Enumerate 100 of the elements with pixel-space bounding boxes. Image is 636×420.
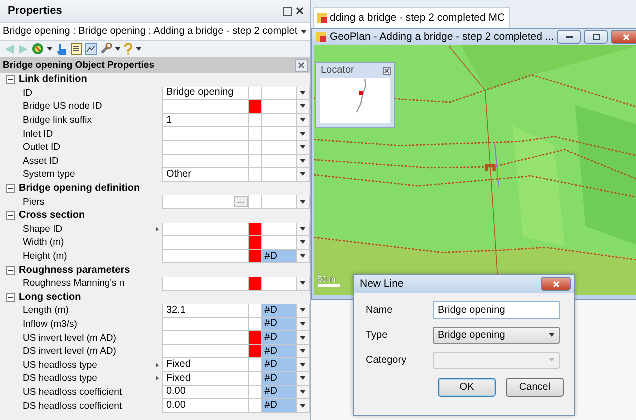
- property-value-field[interactable]: [162, 331, 250, 345]
- property-value-field[interactable]: [162, 276, 250, 290]
- scale-bar-icon: [318, 284, 340, 287]
- caret-icon: [549, 333, 555, 337]
- caret-icon: [300, 404, 306, 408]
- wrench-icon[interactable]: [100, 43, 112, 55]
- property-label: Roughness Manning's n: [22, 277, 126, 290]
- unit-cell[interactable]: #D: [262, 372, 296, 386]
- property-value-field[interactable]: Fixed: [162, 358, 250, 372]
- caret-icon: [300, 90, 306, 95]
- unit-text: #D: [264, 318, 278, 330]
- caret-icon: [300, 362, 306, 367]
- document-tab[interactable]: dding a bridge - step 2 completed MC: [313, 7, 510, 28]
- object-selector[interactable]: Bridge opening : Bridge opening : Adding a bridge - step 2 complet: [0, 23, 310, 41]
- unit-cell[interactable]: #D: [262, 386, 296, 400]
- collapse-icon[interactable]: [6, 266, 15, 275]
- dropdown-button[interactable]: [296, 399, 310, 413]
- dropdown-button[interactable]: [296, 127, 310, 141]
- hand-pointer-icon[interactable]: [56, 42, 68, 56]
- property-value-field[interactable]: [162, 250, 250, 264]
- property-value-field[interactable]: [162, 140, 250, 155]
- property-label: System type: [22, 168, 76, 182]
- property-value-field[interactable]: [162, 127, 250, 141]
- collapse-icon[interactable]: [6, 75, 15, 84]
- property-label: Height (m): [22, 250, 68, 264]
- dropdown-button[interactable]: [296, 195, 310, 209]
- property-value-field[interactable]: Fixed: [162, 372, 250, 386]
- dropdown-button[interactable]: [296, 331, 310, 345]
- unit-text: #D: [264, 400, 278, 412]
- dropdown-button[interactable]: [296, 276, 310, 290]
- section-header: Long section: [19, 292, 82, 303]
- unit-cell[interactable]: [262, 276, 296, 290]
- dialog-button[interactable]: OK: [438, 378, 496, 397]
- property-value-field[interactable]: [162, 318, 250, 332]
- property-label: Inflow (m3/s): [22, 318, 78, 332]
- property-value-field[interactable]: 0.00: [162, 399, 250, 413]
- chart-icon[interactable]: [85, 43, 97, 55]
- dropdown-button[interactable]: [296, 304, 310, 318]
- restore-icon[interactable]: [283, 6, 292, 16]
- collapse-icon[interactable]: [6, 211, 15, 220]
- unit-cell[interactable]: [262, 168, 296, 182]
- unit-cell[interactable]: [262, 114, 296, 128]
- unit-cell[interactable]: [262, 236, 296, 250]
- unit-cell[interactable]: [262, 140, 296, 155]
- property-value-field[interactable]: [162, 222, 250, 236]
- unit-cell[interactable]: [262, 154, 296, 168]
- minimize-button[interactable]: [557, 30, 582, 44]
- dropdown-button[interactable]: [296, 236, 310, 250]
- caret-icon: [300, 240, 306, 244]
- property-value-field[interactable]: ...: [162, 195, 250, 209]
- close-icon[interactable]: [296, 7, 304, 15]
- unit-cell[interactable]: #D: [262, 318, 296, 332]
- property-value-field[interactable]: Other: [162, 168, 250, 182]
- unit-cell[interactable]: #D: [262, 399, 296, 413]
- close-button[interactable]: [295, 58, 308, 72]
- window-icon: [315, 31, 327, 43]
- unit-cell[interactable]: [262, 127, 296, 141]
- dropdown-button[interactable]: [296, 86, 310, 100]
- maximize-button[interactable]: [584, 30, 608, 44]
- close-icon[interactable]: [383, 66, 391, 74]
- close-button[interactable]: [541, 277, 571, 291]
- collapse-icon[interactable]: [6, 292, 15, 302]
- close-button[interactable]: [611, 30, 636, 44]
- field-label: Type: [366, 330, 389, 340]
- property-value-field[interactable]: [162, 236, 250, 250]
- name-field[interactable]: Bridge opening: [433, 301, 560, 319]
- property-value-field[interactable]: [162, 154, 250, 168]
- select-field[interactable]: Bridge opening: [433, 326, 560, 344]
- property-value-field[interactable]: [162, 344, 250, 358]
- caret-icon: [300, 336, 306, 340]
- property-label: DS headloss type: [22, 372, 98, 386]
- unit-cell[interactable]: [262, 100, 296, 114]
- close-icon: [622, 34, 630, 40]
- unit-cell[interactable]: #D: [262, 344, 296, 358]
- ellipsis-button[interactable]: ...: [234, 196, 248, 208]
- unit-cell[interactable]: #D: [262, 304, 296, 318]
- dialog-button[interactable]: Cancel: [506, 378, 564, 397]
- dropdown-button[interactable]: [296, 100, 310, 114]
- caret-icon: [300, 145, 306, 150]
- property-value-field[interactable]: 0.00: [162, 386, 250, 400]
- unit-cell[interactable]: [262, 195, 296, 209]
- caret-icon: [115, 47, 121, 51]
- dropdown-button[interactable]: [296, 168, 310, 182]
- document-icon[interactable]: [71, 43, 82, 55]
- property-value-field[interactable]: [162, 100, 250, 114]
- property-value-field[interactable]: 1: [162, 114, 250, 128]
- dropdown-button[interactable]: [296, 372, 310, 386]
- compass-icon[interactable]: [32, 43, 44, 55]
- dropdown-button[interactable]: [296, 222, 310, 236]
- unit-cell[interactable]: [262, 86, 296, 100]
- dropdown-button[interactable]: [296, 358, 310, 372]
- caret-icon: [300, 349, 306, 354]
- unit-cell[interactable]: #D: [262, 331, 296, 345]
- collapse-icon[interactable]: [6, 184, 15, 194]
- unit-cell[interactable]: #D: [262, 250, 296, 264]
- unit-cell[interactable]: #D: [262, 358, 296, 372]
- property-value-field[interactable]: Bridge opening: [162, 86, 250, 100]
- property-label: DS headloss coefficient: [22, 400, 124, 413]
- property-value-field[interactable]: 32.1: [162, 304, 250, 318]
- unit-cell[interactable]: [262, 222, 296, 236]
